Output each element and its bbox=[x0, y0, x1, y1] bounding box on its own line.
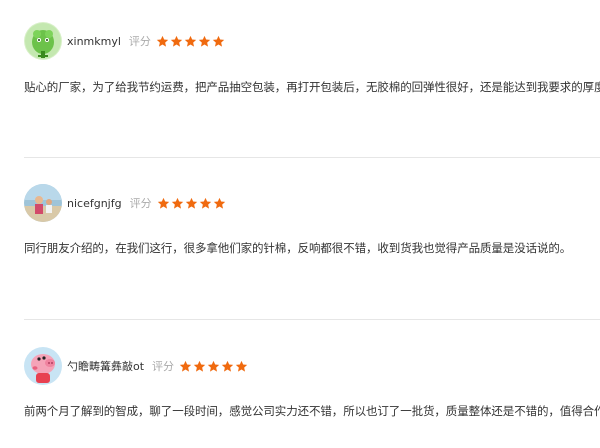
score-label: 评分 bbox=[152, 360, 175, 373]
review-username: nicefgnjfg bbox=[67, 196, 122, 210]
star-icon bbox=[221, 360, 234, 372]
review-header: xinmkmyl 评分 bbox=[24, 22, 226, 60]
star-icon bbox=[193, 360, 206, 372]
review-text: 前两个月了解到的智成，聊了一段时间，感觉公司实力还不错，所以也订了一批货，质量整… bbox=[24, 404, 600, 418]
star-icon bbox=[184, 35, 197, 47]
score-label: 评分 bbox=[128, 35, 151, 48]
score-label: 评分 bbox=[129, 197, 152, 210]
star-icon bbox=[213, 197, 225, 209]
star-icon bbox=[170, 35, 183, 47]
star-icon bbox=[198, 35, 211, 47]
review-header: 勺瞻畴篝彝敲ot 评分 bbox=[24, 347, 249, 385]
star-icon bbox=[171, 197, 183, 209]
photo-avatar-icon[interactable] bbox=[24, 184, 62, 222]
star-icon bbox=[199, 197, 211, 209]
green-cartoon-avatar-icon[interactable] bbox=[24, 22, 62, 60]
review-text: 同行朋友介绍的，在我们这行，很多拿他们家的针棉，反响都很不错，收到货我也觉得产品… bbox=[24, 241, 572, 255]
star-rating bbox=[179, 360, 249, 373]
star-icon bbox=[185, 197, 197, 209]
review-text: 贴心的厂家，为了给我节约运费，把产品抽空包装，再打开包装后，无胶棉的回弹性很好，… bbox=[24, 80, 600, 94]
star-icon bbox=[235, 360, 248, 372]
star-icon bbox=[157, 197, 169, 209]
star-icon bbox=[156, 35, 169, 47]
star-icon bbox=[212, 35, 225, 47]
star-icon bbox=[179, 360, 192, 372]
star-rating bbox=[157, 197, 227, 210]
pink-pig-avatar-icon[interactable] bbox=[24, 347, 62, 385]
star-icon bbox=[207, 360, 220, 372]
divider bbox=[24, 319, 600, 320]
review-username: xinmkmyl bbox=[67, 34, 121, 48]
star-rating bbox=[156, 35, 226, 48]
divider bbox=[24, 157, 600, 158]
review-username: 勺瞻畴篝彝敲ot bbox=[67, 360, 145, 373]
review-header: nicefgnjfg 评分 bbox=[24, 184, 227, 222]
